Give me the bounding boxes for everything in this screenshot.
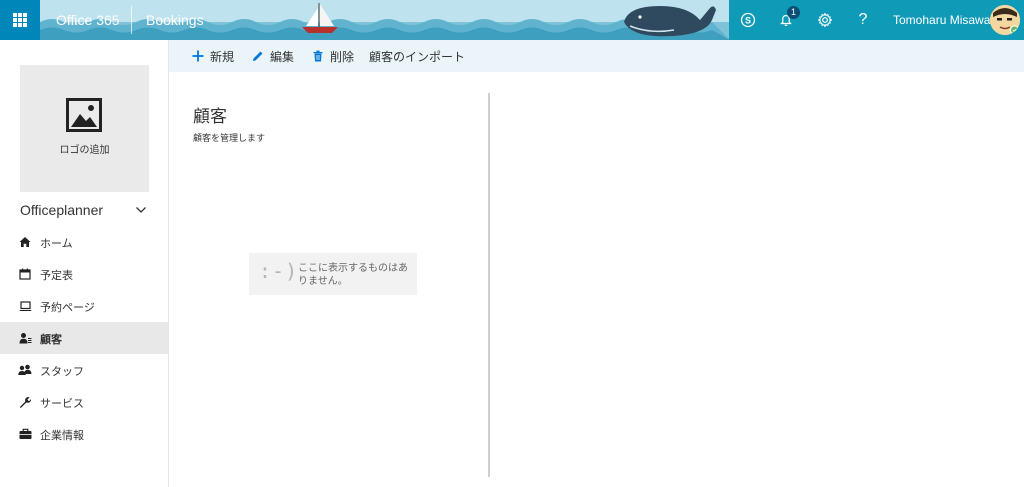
sidebar-item-booking-page[interactable]: 予約ページ (0, 290, 168, 322)
sidebar-item-label: 予定表 (40, 269, 73, 282)
briefcase-icon (18, 427, 32, 441)
edit-button[interactable]: 編集 (252, 40, 294, 72)
image-placeholder-icon (66, 98, 102, 132)
user-name[interactable]: Tomoharu Misawa (893, 13, 990, 27)
page-title: 顧客 (193, 107, 227, 127)
business-name[interactable]: Officeplanner (20, 202, 103, 218)
avatar[interactable] (990, 5, 1020, 35)
wrench-icon (18, 395, 32, 409)
brand-separator (131, 6, 132, 34)
skype-button[interactable]: S (729, 0, 767, 40)
chevron-down-icon[interactable] (135, 204, 147, 216)
notifications-button[interactable]: 1 (767, 0, 805, 40)
sidebar-item-staff[interactable]: スタッフ (0, 354, 168, 386)
sidebar-item-business-info[interactable]: 企業情報 (0, 418, 168, 450)
new-button[interactable]: 新規 (192, 40, 234, 72)
help-icon: ? (858, 11, 868, 28)
sidebar-item-label: 顧客 (40, 333, 62, 346)
app-name-link[interactable]: Bookings (146, 12, 204, 28)
trash-icon (312, 50, 324, 62)
sidebar-item-label: サービス (40, 397, 84, 410)
left-navigation: ロゴの追加 Officeplanner ホーム 予定表 予約ページ 顧客 スタッ… (0, 40, 169, 487)
app-launcher-button[interactable] (0, 0, 40, 40)
calendar-icon (18, 267, 32, 281)
gear-icon (817, 12, 833, 28)
customer-icon (18, 331, 32, 345)
settings-button[interactable] (806, 0, 844, 40)
command-bar: 新規 編集 削除 顧客のインポート (169, 40, 1024, 72)
empty-state: :-) ここに表示するものはありません。 (249, 253, 417, 295)
avatar-face-icon (990, 5, 1020, 35)
pencil-icon (252, 50, 264, 62)
home-icon (18, 235, 32, 249)
smiley-icon: :-) (259, 259, 299, 283)
skype-icon: S (740, 12, 756, 28)
sidebar-item-calendar[interactable]: 予定表 (0, 258, 168, 290)
import-customers-button[interactable]: 顧客のインポート (369, 40, 465, 72)
sidebar-item-label: スタッフ (40, 365, 84, 378)
sidebar-item-label: 予約ページ (40, 301, 95, 314)
page-subtitle: 顧客を管理します (193, 134, 266, 144)
svg-text:S: S (745, 16, 751, 26)
help-button[interactable]: ? (844, 0, 882, 40)
add-logo-button[interactable]: ロゴの追加 (20, 65, 149, 192)
empty-state-message: ここに表示するものはありません。 (298, 263, 408, 287)
notification-count-badge: 1 (787, 6, 800, 19)
add-logo-label: ロゴの追加 (59, 145, 110, 156)
sidebar-item-label: 企業情報 (40, 429, 84, 442)
import-customers-label: 顧客のインポート (369, 49, 466, 64)
new-button-label: 新規 (210, 49, 235, 64)
edit-button-label: 編集 (270, 49, 295, 64)
office365-brand-link[interactable]: Office 365 (56, 12, 120, 28)
suite-bar: Office 365 Bookings S 1 ? Tomoharu Misaw… (0, 0, 1024, 40)
plus-icon (192, 50, 204, 62)
sidebar-item-services[interactable]: サービス (0, 386, 168, 418)
delete-button[interactable]: 削除 (312, 40, 354, 72)
delete-button-label: 削除 (330, 49, 355, 64)
pane-divider (488, 93, 490, 477)
sidebar-item-label: ホーム (40, 237, 73, 250)
staff-icon (18, 363, 32, 377)
waffle-icon (13, 13, 27, 27)
sidebar-item-home[interactable]: ホーム (0, 226, 168, 258)
sidebar-item-customers[interactable]: 顧客 (0, 322, 168, 354)
laptop-icon (18, 299, 32, 313)
